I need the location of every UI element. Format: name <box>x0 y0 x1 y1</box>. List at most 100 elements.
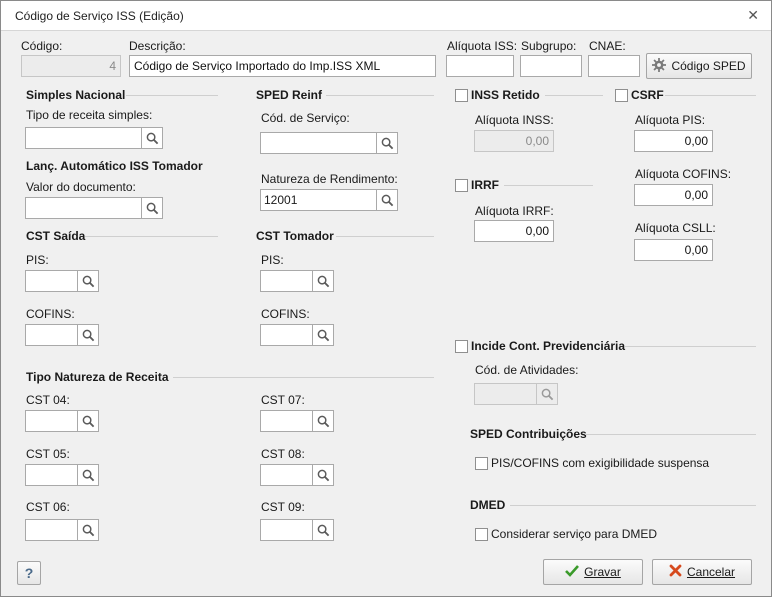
inss-label: INSS Retido <box>471 88 540 102</box>
aliquota-inss-label: Alíquota INSS: <box>475 113 554 127</box>
aliquota-csll-label: Alíquota CSLL: <box>635 221 716 235</box>
aliquota-pis-label: Alíquota PIS: <box>635 113 706 127</box>
cst-tomador-header: CST Tomador <box>256 229 334 243</box>
cst-tomador-cofins-input[interactable] <box>260 324 312 346</box>
search-icon[interactable] <box>77 519 99 541</box>
cst04-lookup[interactable] <box>25 410 99 432</box>
gravar-button[interactable]: Gravar <box>543 559 643 585</box>
divider <box>665 95 756 96</box>
descricao-label: Descrição: <box>129 39 186 53</box>
tipo-receita-input[interactable] <box>25 127 141 149</box>
cst-tomador-cofins-lookup[interactable] <box>260 324 334 346</box>
cst04-input[interactable] <box>25 410 77 432</box>
divider <box>126 95 218 96</box>
search-icon[interactable] <box>312 324 334 346</box>
cst06-label: CST 06: <box>26 500 70 514</box>
cst-tomador-pis-label: PIS: <box>261 253 284 267</box>
cst-tomador-cofins-label: COFINS: <box>261 307 310 321</box>
codigo-sped-button[interactable]: Código SPED <box>646 53 752 79</box>
natureza-lookup[interactable]: 12001 <box>260 189 398 211</box>
cst08-lookup[interactable] <box>260 464 334 486</box>
inss-checkbox[interactable] <box>455 89 468 102</box>
search-icon[interactable] <box>312 270 334 292</box>
search-icon[interactable] <box>77 270 99 292</box>
dialog-window: Código de Serviço ISS (Edição) ✕ Código:… <box>0 0 772 597</box>
divider <box>585 434 756 435</box>
subgrupo-field[interactable] <box>520 55 582 77</box>
cst07-input[interactable] <box>260 410 312 432</box>
cst05-lookup[interactable] <box>25 464 99 486</box>
divider <box>336 236 434 237</box>
aliquota-csll-field[interactable]: 0,00 <box>634 239 713 261</box>
search-icon[interactable] <box>141 127 163 149</box>
cst05-input[interactable] <box>25 464 77 486</box>
aliquota-iss-field[interactable] <box>446 55 514 77</box>
cst07-lookup[interactable] <box>260 410 334 432</box>
cod-servico-label: Cód. de Serviço: <box>261 111 350 125</box>
previdenciaria-label: Incide Cont. Previdenciária <box>471 339 626 353</box>
aliquota-pis-field[interactable]: 0,00 <box>634 130 713 152</box>
valor-documento-input[interactable] <box>25 197 141 219</box>
cst09-lookup[interactable] <box>260 519 334 541</box>
cst09-label: CST 09: <box>261 500 305 514</box>
cst06-input[interactable] <box>25 519 77 541</box>
lanc-auto-header: Lanç. Automático ISS Tomador <box>26 159 203 173</box>
cst-saida-pis-input[interactable] <box>25 270 77 292</box>
cod-servico-input[interactable] <box>260 132 376 154</box>
search-icon[interactable] <box>312 519 334 541</box>
tipo-receita-lookup[interactable] <box>25 127 163 149</box>
csrf-checkbox[interactable] <box>615 89 628 102</box>
sped-reinf-header: SPED Reinf <box>256 88 323 102</box>
cst-saida-cofins-input[interactable] <box>25 324 77 346</box>
subgrupo-label: Subgrupo: <box>521 39 577 53</box>
cod-servico-lookup[interactable] <box>260 132 398 154</box>
valor-documento-label: Valor do documento: <box>26 180 136 194</box>
search-icon[interactable] <box>77 464 99 486</box>
cst-saida-pis-lookup[interactable] <box>25 270 99 292</box>
cst08-input[interactable] <box>260 464 312 486</box>
cst-tomador-pis-input[interactable] <box>260 270 312 292</box>
simples-nacional-header: Simples Nacional <box>26 88 126 102</box>
divider <box>510 505 756 506</box>
tipo-receita-label: Tipo de receita simples: <box>26 108 153 122</box>
irrf-checkbox[interactable] <box>455 179 468 192</box>
search-icon[interactable] <box>77 410 99 432</box>
cod-atividades-lookup[interactable] <box>474 383 558 405</box>
cst-saida-cofins-label: COFINS: <box>26 307 75 321</box>
aliquota-irrf-label: Alíquota IRRF: <box>475 204 554 218</box>
csrf-label: CSRF <box>631 88 664 102</box>
codigo-sped-label: Código SPED <box>671 59 746 73</box>
cst09-input[interactable] <box>260 519 312 541</box>
cancelar-button[interactable]: Cancelar <box>652 559 752 585</box>
cnae-field[interactable] <box>588 55 640 77</box>
aliquota-iss-label: Alíquota ISS: <box>447 39 518 53</box>
divider <box>326 95 434 96</box>
help-button[interactable]: ? <box>17 561 41 585</box>
search-icon[interactable] <box>376 132 398 154</box>
exigibilidade-checkbox[interactable] <box>475 457 488 470</box>
dmed-checkbox[interactable] <box>475 528 488 541</box>
close-icon[interactable]: ✕ <box>747 7 759 24</box>
natureza-input[interactable]: 12001 <box>260 189 376 211</box>
tipo-natureza-header: Tipo Natureza de Receita <box>26 370 169 384</box>
descricao-field[interactable]: Código de Serviço Importado do Imp.ISS X… <box>129 55 436 77</box>
cst-saida-cofins-lookup[interactable] <box>25 324 99 346</box>
previdenciaria-checkbox[interactable] <box>455 340 468 353</box>
sped-contrib-header: SPED Contribuições <box>470 427 587 441</box>
search-icon[interactable] <box>312 410 334 432</box>
cod-atividades-input[interactable] <box>474 383 536 405</box>
cst-tomador-pis-lookup[interactable] <box>260 270 334 292</box>
search-icon[interactable] <box>77 324 99 346</box>
codigo-field[interactable]: 4 <box>21 55 121 77</box>
valor-documento-lookup[interactable] <box>25 197 163 219</box>
search-icon[interactable] <box>376 189 398 211</box>
search-icon[interactable] <box>141 197 163 219</box>
gear-icon <box>652 57 667 75</box>
dmed-option-label: Considerar serviço para DMED <box>491 527 658 541</box>
search-icon[interactable] <box>312 464 334 486</box>
aliquota-cofins-field[interactable]: 0,00 <box>634 184 713 206</box>
cst06-lookup[interactable] <box>25 519 99 541</box>
search-icon[interactable] <box>536 383 558 405</box>
aliquota-inss-field[interactable]: 0,00 <box>474 130 554 152</box>
aliquota-irrf-field[interactable]: 0,00 <box>474 220 554 242</box>
